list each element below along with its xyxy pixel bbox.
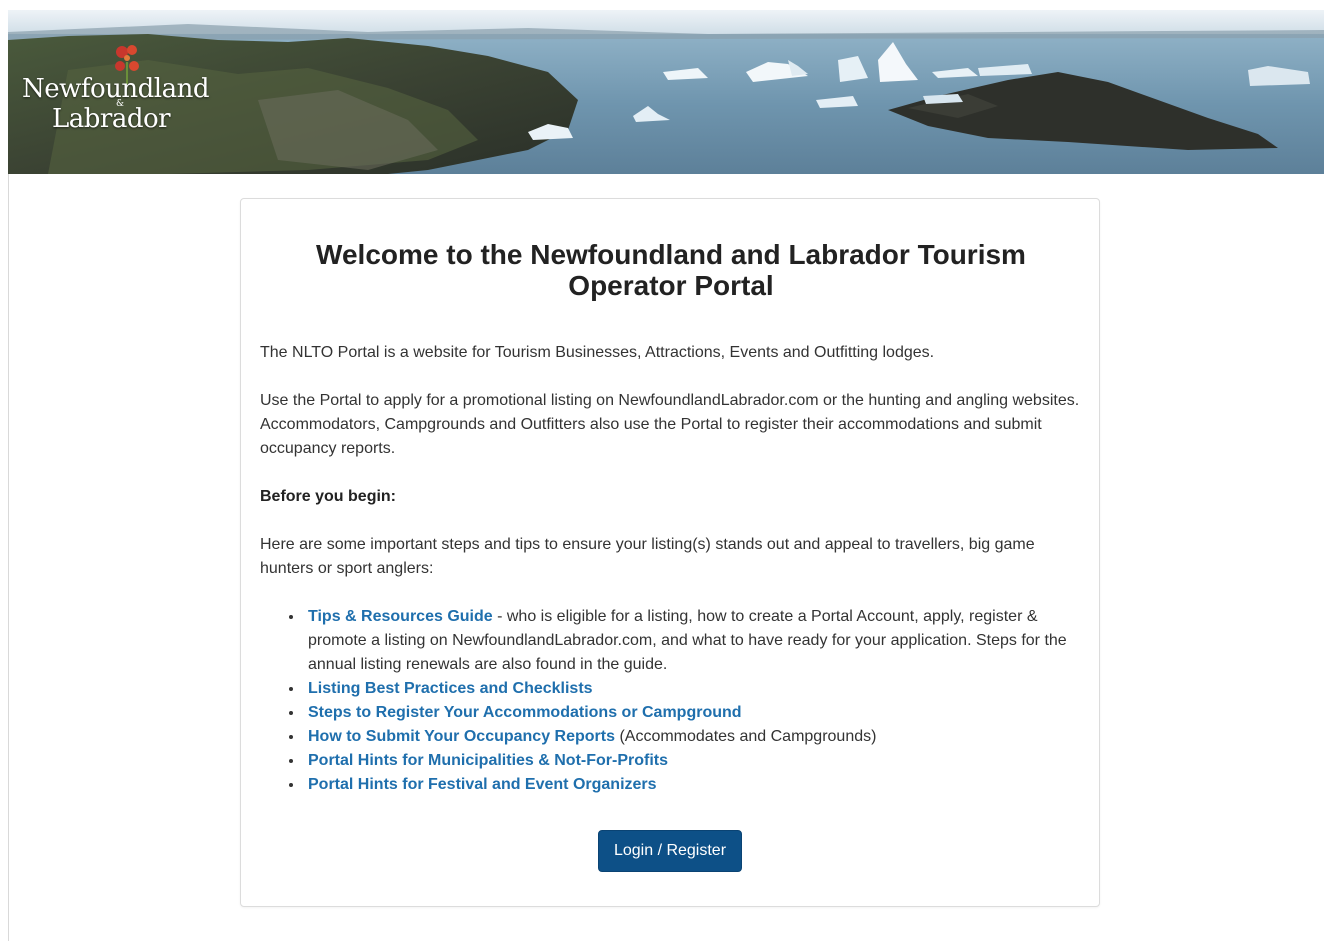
page-left-border	[8, 174, 9, 941]
welcome-card: Welcome to the Newfoundland and Labrador…	[240, 198, 1100, 907]
card-body: The NLTO Portal is a website for Tourism…	[260, 341, 1086, 797]
usage-text: Use the Portal to apply for a promotiona…	[260, 392, 1080, 457]
resource-links-list: Tips & Resources Guide - who is eligible…	[260, 605, 1086, 797]
page: Newfoundland & Labrador Welcome to the N…	[0, 0, 1324, 941]
list-item: Listing Best Practices and Checklists	[289, 677, 1086, 701]
list-item: Portal Hints for Festival and Event Orga…	[289, 773, 1086, 797]
list-item: How to Submit Your Occupancy Reports (Ac…	[289, 725, 1086, 749]
list-item: Tips & Resources Guide - who is eligible…	[289, 605, 1086, 677]
festival-event-hints-link[interactable]: Portal Hints for Festival and Event Orga…	[308, 776, 657, 793]
register-accommodations-link[interactable]: Steps to Register Your Accommodations or…	[308, 704, 742, 721]
submit-occupancy-reports-link[interactable]: How to Submit Your Occupancy Reports	[308, 728, 615, 745]
intro-text: The NLTO Portal is a website for Tourism…	[260, 344, 935, 361]
list-item: Steps to Register Your Accommodations or…	[289, 701, 1086, 725]
header-banner: Newfoundland & Labrador	[8, 10, 1324, 174]
page-title: Welcome to the Newfoundland and Labrador…	[316, 239, 1026, 301]
municipalities-hints-link[interactable]: Portal Hints for Municipalities & Not-Fo…	[308, 752, 668, 769]
login-register-button[interactable]: Login / Register	[597, 830, 743, 872]
logo-word-labrador: Labrador	[52, 104, 171, 134]
list-item: Portal Hints for Municipalities & Not-Fo…	[289, 749, 1086, 773]
listing-best-practices-link[interactable]: Listing Best Practices and Checklists	[308, 680, 593, 697]
before-you-begin-heading: Before you begin:	[260, 488, 397, 505]
newfoundland-labrador-logo[interactable]: Newfoundland & Labrador	[22, 44, 212, 144]
tips-resources-guide-link[interactable]: Tips & Resources Guide	[308, 608, 493, 625]
tips-intro-text: Here are some important steps and tips t…	[260, 536, 1035, 577]
list-item-description: (Accommodates and Campgrounds)	[615, 728, 877, 745]
login-button-container: Login / Register	[241, 830, 1099, 872]
